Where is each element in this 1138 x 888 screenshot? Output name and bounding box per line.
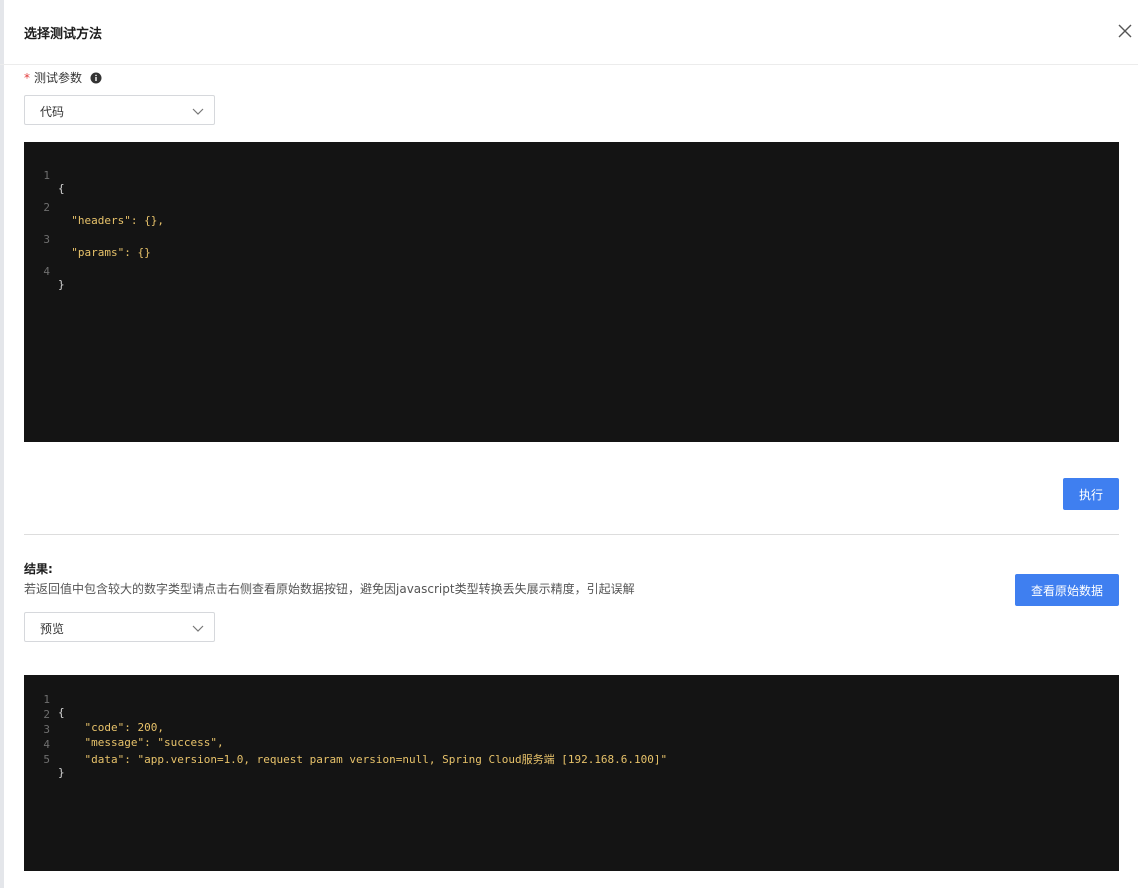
code-text: "message": "success",: [58, 736, 224, 749]
code-text: "headers": {},: [58, 214, 164, 227]
params-code-editor[interactable]: 1 { 2 "headers": {}, 3 "params": {} 4 }: [24, 142, 1119, 442]
line-number: 5: [43, 753, 50, 766]
line-number: 4: [43, 265, 50, 278]
code-text: }: [58, 766, 65, 779]
section-divider: [24, 534, 1119, 535]
line-number: 3: [43, 233, 50, 246]
result-code-view[interactable]: 1 { 2 "code": 200, 3 "message": "success…: [24, 675, 1119, 871]
code-line: 5 }: [24, 740, 64, 792]
close-icon[interactable]: [1114, 20, 1136, 42]
line-number: 2: [43, 201, 50, 214]
line-number: 1: [43, 169, 50, 182]
view-raw-data-button[interactable]: 查看原始数据: [1015, 574, 1119, 606]
result-view-select[interactable]: 预览: [24, 612, 215, 642]
code-text: "data": "app.version=1.0, request param …: [58, 753, 668, 766]
dialog-title: 选择测试方法: [24, 27, 103, 42]
dialog-header: 选择测试方法: [0, 0, 1138, 65]
required-mark: *: [24, 70, 30, 85]
execute-button[interactable]: 执行: [1063, 478, 1119, 510]
params-type-select[interactable]: 代码: [24, 95, 215, 125]
test-params-label: * 测试参数: [24, 69, 102, 86]
code-text: {: [58, 706, 65, 719]
chevron-down-icon: [192, 622, 204, 634]
result-hint: 若返回值中包含较大的数字类型请点击右侧查看原始数据按钮，避免因javascrip…: [24, 582, 635, 596]
code-line: 4 }: [24, 252, 64, 304]
code-text: {: [58, 182, 65, 195]
background-strip: [0, 0, 4, 888]
code-text: }: [58, 278, 65, 291]
result-title: 结果:: [24, 562, 53, 576]
test-params-label-text: 测试参数: [34, 71, 83, 85]
code-text: "params": {}: [58, 246, 151, 259]
code-text: "code": 200,: [58, 721, 164, 734]
result-view-value: 预览: [40, 622, 65, 636]
info-icon[interactable]: [90, 72, 102, 84]
chevron-down-icon: [192, 105, 204, 117]
params-type-value: 代码: [40, 105, 65, 119]
